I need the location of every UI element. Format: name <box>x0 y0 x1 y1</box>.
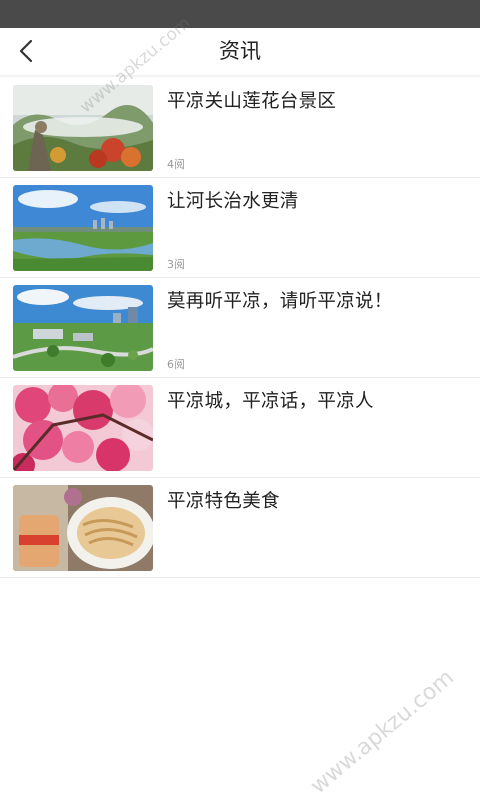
news-thumbnail-river <box>13 185 153 271</box>
news-thumbnail-mountain <box>13 85 153 171</box>
news-list: 平凉关山莲花台景区 4阅 让河长治水更清 3阅 莫再听平凉，请听平凉说！ 6阅 … <box>0 78 480 578</box>
read-count: 3阅 <box>167 258 185 271</box>
news-item[interactable]: 平凉特色美食 <box>0 478 480 578</box>
news-item[interactable]: 平凉关山莲花台景区 4阅 <box>0 78 480 178</box>
news-thumbnail-food <box>13 485 153 571</box>
news-item[interactable]: 平凉城，平凉话，平凉人 <box>0 378 480 478</box>
news-title: 平凉城，平凉话，平凉人 <box>167 391 374 412</box>
app-header: 资讯 <box>0 28 480 76</box>
news-thumbnail-city <box>13 285 153 371</box>
news-title: 莫再听平凉，请听平凉说！ <box>167 291 393 312</box>
news-title: 平凉特色美食 <box>167 491 280 512</box>
news-title: 平凉关山莲花台景区 <box>167 91 337 112</box>
watermark-bottom: www.apkzu.com <box>306 665 459 800</box>
news-thumbnail-blossom <box>13 385 153 471</box>
news-title: 让河长治水更清 <box>167 191 299 212</box>
status-bar <box>0 0 480 28</box>
read-count: 4阅 <box>167 158 185 171</box>
page-title: 资讯 <box>219 39 261 63</box>
news-item[interactable]: 让河长治水更清 3阅 <box>0 178 480 278</box>
news-item[interactable]: 莫再听平凉，请听平凉说！ 6阅 <box>0 278 480 378</box>
read-count: 6阅 <box>167 358 185 371</box>
